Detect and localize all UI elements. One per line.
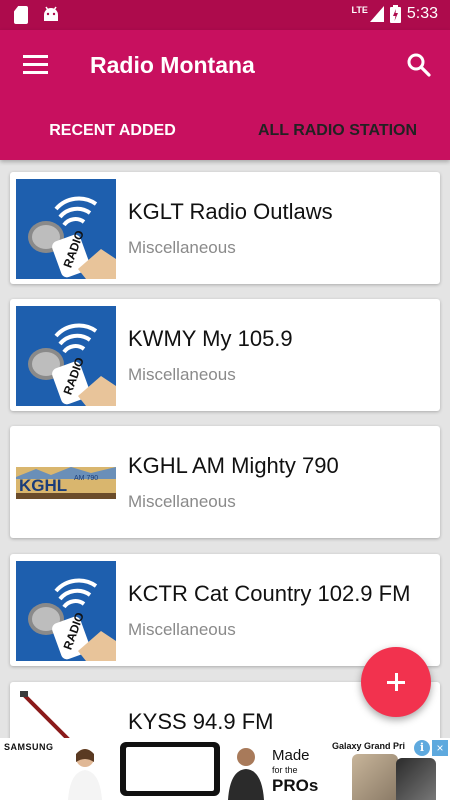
network-type-label: LTE [351,4,368,15]
ad-person-image [228,748,264,800]
ad-tagline-line-1: Made [272,747,310,764]
station-card[interactable]: KGHL AM 790 KGHL AM Mighty 790 Miscellan… [10,426,440,538]
ad-phone-image [352,754,398,800]
svg-text:AM 790: AM 790 [74,475,98,482]
station-card[interactable]: RADIO KWMY My 105.9 Miscellaneous [10,299,440,411]
station-card[interactable]: RADIO KCTR Cat Country 102.9 FM Miscella… [10,554,440,666]
ad-tagline-line-3: PROs [272,776,319,795]
station-category: Miscellaneous [128,620,236,639]
clock: 5:33 [406,5,438,22]
radio-microphone-logo: RADIO [16,561,116,661]
signal-icon [369,6,384,22]
guitar-logo [16,689,116,738]
ad-brand: SAMSUNG [4,742,54,752]
radio-microphone-logo: RADIO [16,306,116,406]
ad-close-icon[interactable]: × [432,740,448,756]
tab-recent-added[interactable]: RECENT ADDED [0,108,225,160]
ad-person-image [68,749,102,800]
station-name: KGLT Radio Outlaws [128,199,333,224]
android-icon [44,6,58,21]
station-category: Miscellaneous [128,238,236,257]
ad-product-name: Galaxy Grand Pri [332,741,406,751]
add-fab-button[interactable] [361,647,431,717]
app-title: Radio Montana [90,52,255,78]
station-name: KYSS 94.9 FM [128,709,274,734]
kghl-logo: KGHL AM 790 [16,433,116,533]
hamburger-menu-icon[interactable] [23,55,48,75]
battery-charging-icon [389,5,401,23]
station-card[interactable]: RADIO KGLT Radio Outlaws Miscellaneous [10,172,440,284]
status-bar: LTE 5:33 [0,0,450,30]
station-category: Miscellaneous [128,492,236,511]
radio-microphone-logo: RADIO [16,179,116,279]
tab-bar: RECENT ADDED ALL RADIO STATION [0,108,450,160]
ad-tagline: Made for the PROs [272,747,319,795]
ad-info-icon[interactable]: i [414,740,430,756]
svg-text:KGHL: KGHL [19,476,67,495]
station-name: KGHL AM Mighty 790 [128,453,339,478]
station-category: Miscellaneous [128,365,236,384]
ad-phone-image [120,742,220,796]
ad-banner[interactable]: SAMSUNG Made for the PROs Galaxy Grand P… [0,738,450,800]
ad-phone-image [396,758,436,800]
station-name: KCTR Cat Country 102.9 FM [128,581,411,606]
search-icon[interactable] [406,52,432,78]
station-name: KWMY My 105.9 [128,326,293,351]
sd-card-icon [14,6,28,24]
tab-all-radio-station[interactable]: ALL RADIO STATION [225,108,450,160]
app-bar: Radio Montana RECENT ADDED ALL RADIO STA… [0,30,450,160]
